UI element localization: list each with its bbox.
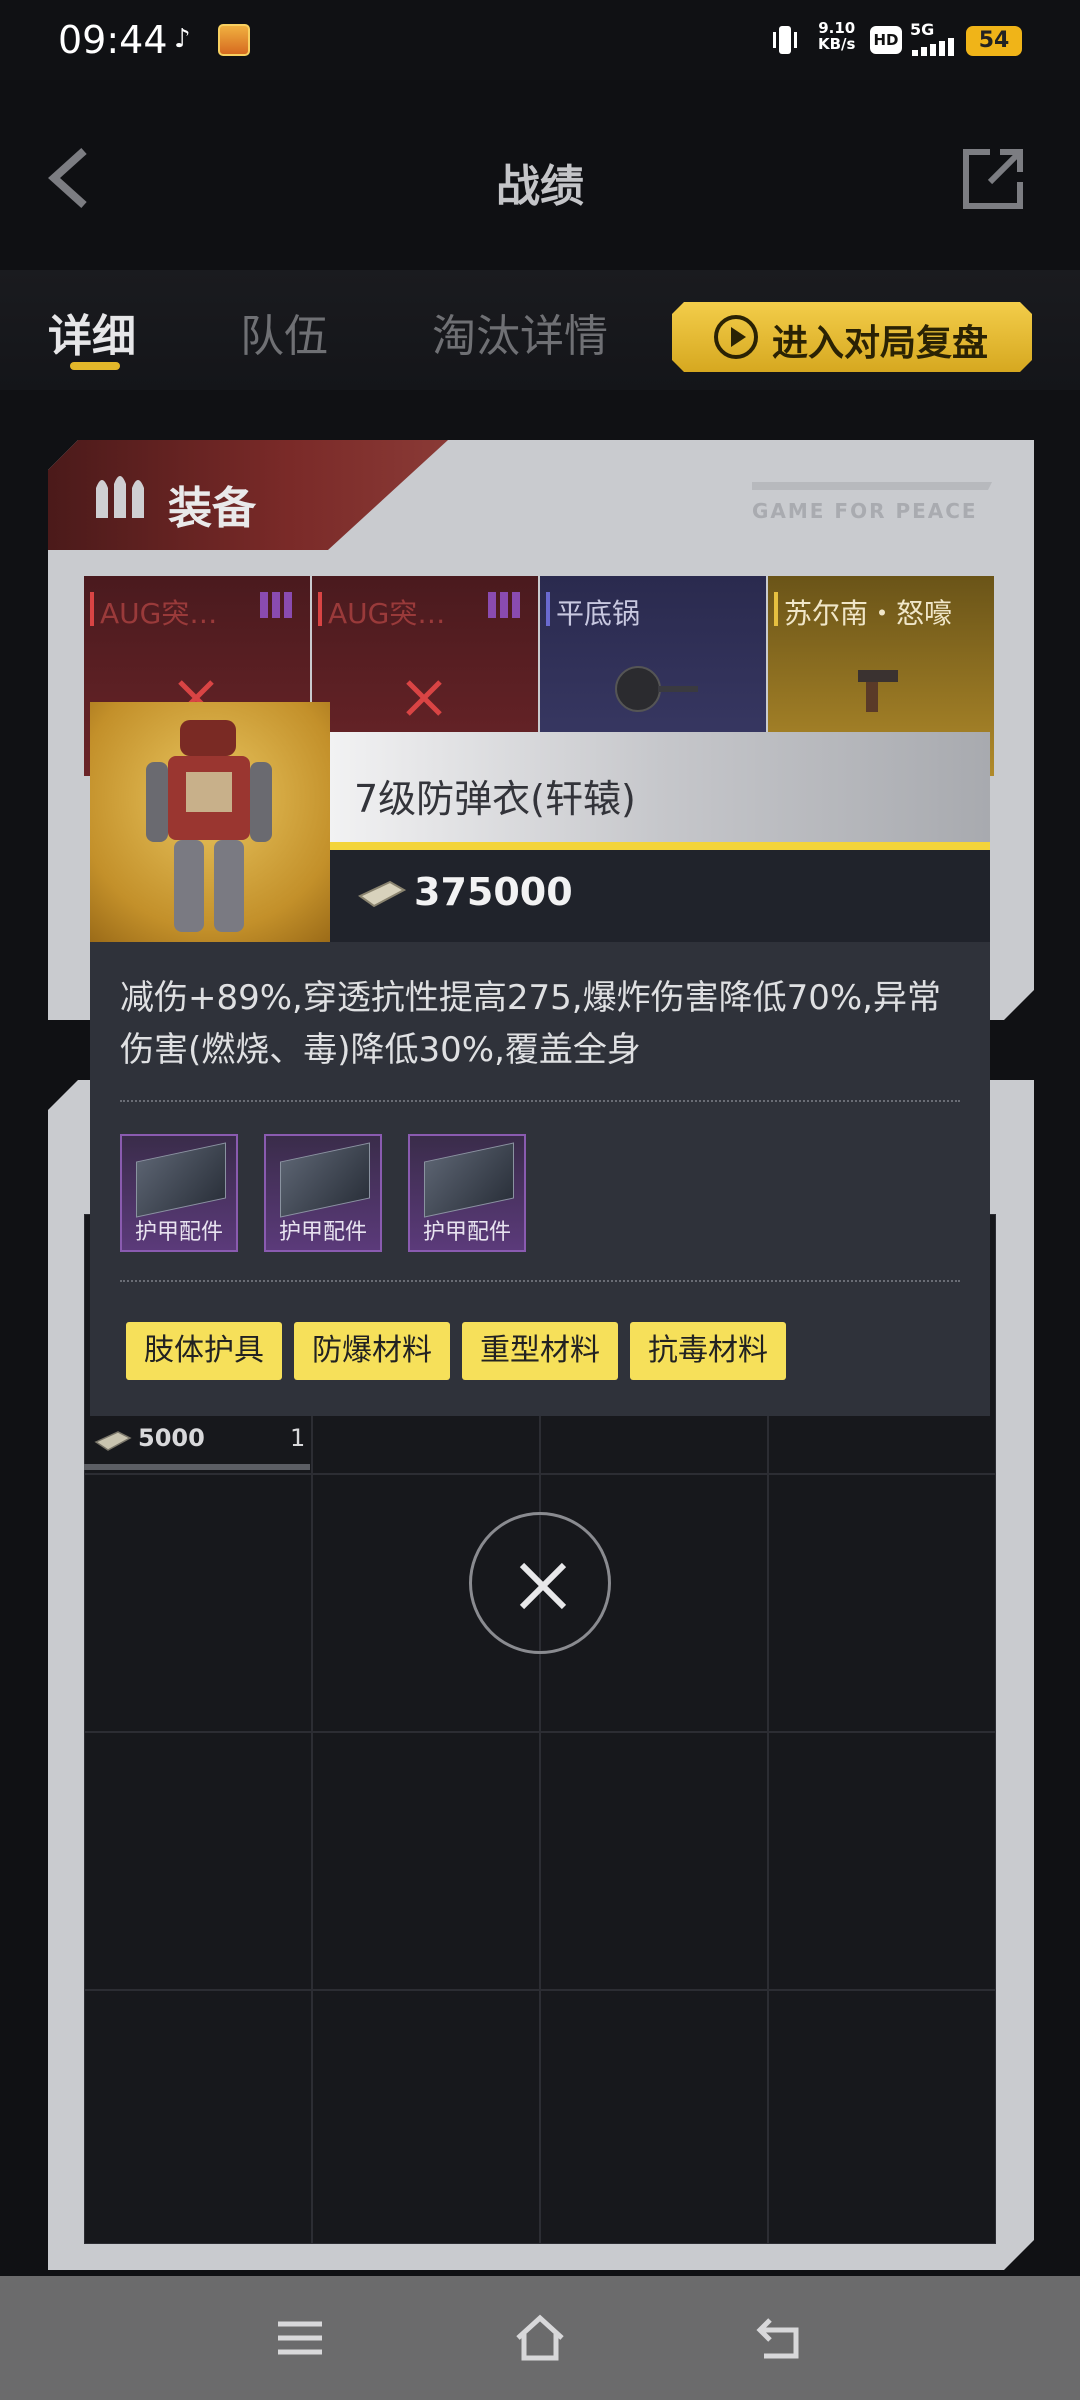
network-speed: 9.10 KB/s	[818, 19, 856, 53]
armor-accessory-slot[interactable]: 护甲配件	[120, 1134, 238, 1252]
accessory-case-icon	[136, 1142, 226, 1218]
body-armor-icon	[146, 720, 272, 932]
game-app-icon	[218, 24, 250, 56]
item-value: 5000	[138, 1424, 205, 1452]
accessory-case-icon	[424, 1142, 514, 1218]
share-icon[interactable]	[960, 146, 1026, 212]
item-quality-bar	[84, 1464, 310, 1470]
grid-cell[interactable]	[84, 1474, 312, 1732]
hd-badge: HD	[870, 26, 902, 54]
battery-indicator: 54	[966, 26, 1022, 56]
enter-replay-button[interactable]: 进入对局复盘	[672, 302, 1032, 372]
close-popup-button[interactable]	[469, 1512, 611, 1654]
replay-icon	[712, 313, 760, 361]
weapon-label: AUG突…	[100, 597, 218, 630]
game-for-peace-watermark: GAME FOR PEACE	[752, 478, 1002, 528]
grid-cell[interactable]	[312, 1990, 540, 2244]
network-type: 5G	[910, 20, 935, 39]
divider	[120, 1280, 960, 1282]
accessory-case-icon	[280, 1142, 370, 1218]
grid-cell[interactable]	[768, 1732, 996, 1990]
item-price: 375000	[414, 870, 573, 914]
menu-icon[interactable]	[272, 2310, 328, 2366]
tiktok-icon: ♪	[174, 24, 191, 54]
tab-details[interactable]: 详细	[48, 300, 136, 364]
watermark-logo: GAME FOR PEACE	[752, 482, 992, 523]
item-detail-panel: 减伤+89%,穿透抗性提高275,爆炸伤害降低70%,异常伤害(燃烧、毒)降低3…	[90, 942, 990, 1416]
empty-slot-x-icon	[406, 680, 442, 716]
divider	[120, 1100, 960, 1102]
back-nav-icon[interactable]	[752, 2310, 808, 2366]
attribute-tag: 肢体护具	[126, 1322, 282, 1380]
active-tab-indicator	[70, 362, 120, 370]
weapon-label: 苏尔南・怒嚎	[784, 597, 953, 630]
tab-team[interactable]: 队伍	[240, 300, 328, 364]
weapon-label: 平底锅	[556, 597, 641, 630]
attribute-tag: 抗毒材料	[630, 1322, 786, 1380]
grid-cell[interactable]	[540, 1732, 768, 1990]
signal-icon	[912, 38, 954, 56]
price-bar: 375000	[330, 850, 990, 942]
item-count: 1	[290, 1424, 306, 1452]
close-icon	[519, 1562, 567, 1610]
grid-cell[interactable]	[768, 1990, 996, 2244]
home-icon[interactable]	[512, 2310, 568, 2366]
page-title: 战绩	[496, 161, 584, 212]
armor-accessory-slot[interactable]: 护甲配件	[408, 1134, 526, 1252]
grid-cell[interactable]	[84, 1990, 312, 2244]
status-bar: 09:44 ♪ 9.10 KB/s HD 5G 54	[0, 0, 1080, 80]
grid-cell[interactable]	[540, 1990, 768, 2244]
weapon-label: AUG突…	[328, 597, 446, 630]
cash-icon	[94, 1431, 132, 1451]
equipment-title: 装备	[168, 483, 256, 534]
item-description: 减伤+89%,穿透抗性提高275,爆炸伤害降低70%,异常伤害(燃烧、毒)降低3…	[120, 978, 941, 1070]
pistol-icon	[858, 670, 898, 712]
rarity-badge	[488, 592, 522, 618]
clock: 09:44	[58, 18, 168, 62]
svg-text:GAME FOR PEACE: GAME FOR PEACE	[752, 499, 978, 523]
item-name-banner: 7级防弹衣(轩辕)	[330, 732, 990, 850]
attribute-tag: 防爆材料	[294, 1322, 450, 1380]
armor-accessory-slot[interactable]: 护甲配件	[264, 1134, 382, 1252]
bullets-icon	[96, 476, 144, 518]
vibrate-icon	[773, 26, 797, 54]
frying-pan-icon	[615, 666, 698, 712]
replay-button-label: 进入对局复盘	[772, 323, 989, 364]
item-name: 7级防弹衣(轩辕)	[354, 777, 636, 821]
cash-icon	[358, 880, 406, 908]
attribute-tag: 重型材料	[462, 1322, 618, 1380]
grid-cell[interactable]	[312, 1732, 540, 1990]
tab-elimination-details[interactable]: 淘汰详情	[432, 300, 608, 364]
armor-image	[90, 702, 330, 942]
grid-cell[interactable]	[768, 1474, 996, 1732]
rarity-badge	[260, 592, 294, 618]
grid-cell[interactable]	[84, 1732, 312, 1990]
